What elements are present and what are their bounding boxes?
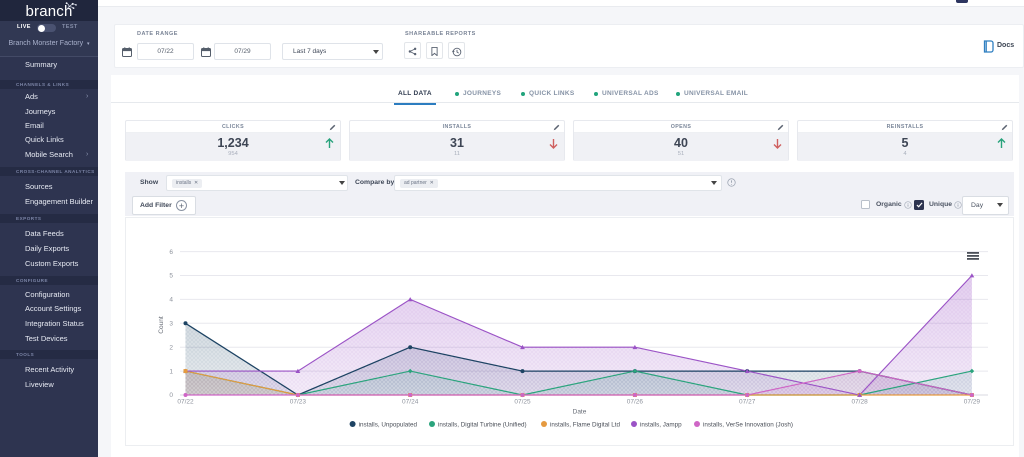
svg-text:07/23: 07/23 — [290, 399, 307, 406]
svg-text:07/25: 07/25 — [514, 399, 531, 406]
svg-text:3: 3 — [169, 321, 173, 328]
svg-text:07/28: 07/28 — [851, 399, 868, 406]
svg-text:Date: Date — [573, 409, 587, 416]
svg-text:07/29: 07/29 — [964, 399, 981, 406]
svg-text:07/24: 07/24 — [402, 399, 419, 406]
svg-text:installs, Unpopulated: installs, Unpopulated — [359, 421, 418, 428]
svg-text:Count: Count — [158, 316, 165, 334]
svg-text:0: 0 — [169, 392, 173, 399]
svg-text:07/22: 07/22 — [177, 399, 194, 406]
svg-text:installs, Jampp: installs, Jampp — [640, 421, 682, 428]
svg-text:07/26: 07/26 — [627, 399, 644, 406]
svg-text:installs, Digital Turbine (Uni: installs, Digital Turbine (Unified) — [438, 421, 527, 428]
svg-text:4: 4 — [169, 297, 173, 304]
svg-text:2: 2 — [169, 344, 173, 351]
svg-text:installs, Flame Digital Ltd: installs, Flame Digital Ltd — [550, 421, 620, 428]
svg-text:5: 5 — [169, 273, 173, 280]
svg-text:07/27: 07/27 — [739, 399, 756, 406]
svg-text:installs, VerSe Innovation (Jo: installs, VerSe Innovation (Josh) — [703, 421, 793, 428]
svg-text:6: 6 — [169, 249, 173, 256]
svg-text:1: 1 — [169, 368, 173, 375]
